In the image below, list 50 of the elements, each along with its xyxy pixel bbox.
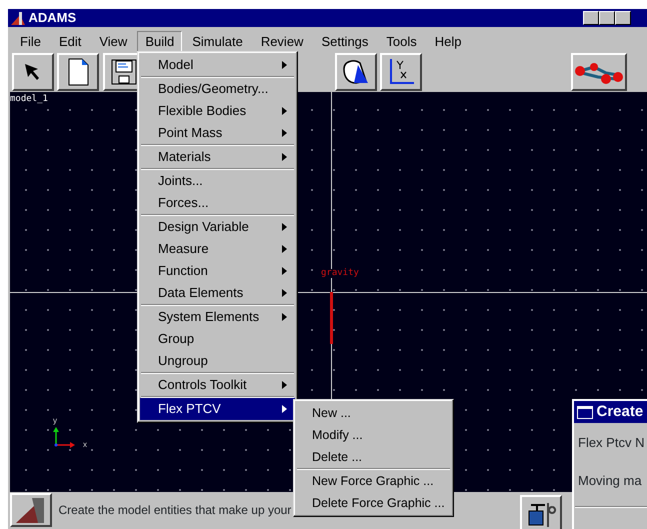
- dialog-title: Create: [596, 402, 644, 422]
- app-logo-icon: [11, 12, 26, 24]
- page-icon: [67, 58, 90, 86]
- menu-item[interactable]: Edit: [50, 30, 90, 52]
- menu-item[interactable]: Measure: [140, 238, 295, 260]
- menu-item[interactable]: Model: [140, 54, 295, 76]
- new-file-button[interactable]: [57, 53, 100, 92]
- blob-tool-button[interactable]: [335, 53, 377, 92]
- menu-item[interactable]: Design Variable: [140, 216, 295, 238]
- menu-item[interactable]: New Force Graphic ...: [296, 470, 451, 492]
- close-button[interactable]: [614, 11, 631, 25]
- menu-item[interactable]: Data Elements: [140, 282, 295, 304]
- menu-item[interactable]: Controls Toolkit: [140, 374, 295, 396]
- model-name: model_1: [10, 95, 48, 104]
- menu-item[interactable]: Delete Force Graphic ...: [296, 492, 451, 514]
- window-title: ADAMS: [28, 9, 76, 28]
- menu-item[interactable]: Help: [426, 30, 470, 52]
- vehicle-model-button[interactable]: [571, 53, 627, 92]
- menu-item[interactable]: Group: [140, 328, 295, 350]
- maximize-button[interactable]: [598, 11, 615, 25]
- select-tool-button[interactable]: [12, 53, 54, 92]
- field-label: Flex Ptcv N: [577, 434, 646, 452]
- y-axis-label: y: [53, 417, 57, 426]
- window-icon: [577, 406, 594, 418]
- menu-item[interactable]: Modify ...: [296, 424, 451, 446]
- menu-item[interactable]: View: [91, 30, 136, 52]
- menu-item[interactable]: Ungroup: [140, 350, 295, 372]
- menu-item[interactable]: Point Mass: [140, 122, 295, 144]
- toolbox-button[interactable]: [520, 495, 562, 529]
- menu-item[interactable]: Flexible Bodies: [140, 100, 295, 122]
- menu-item[interactable]: New ...: [296, 402, 451, 424]
- minimize-button[interactable]: [582, 11, 599, 25]
- menu-item[interactable]: File: [12, 30, 49, 52]
- menu-item[interactable]: Simulate: [184, 30, 251, 52]
- menu-item[interactable]: Flex PTCV: [140, 398, 295, 420]
- menu-item[interactable]: Materials: [140, 146, 295, 168]
- field-label: Moving ma: [577, 472, 643, 490]
- gravity-label: gravity: [321, 269, 359, 278]
- menu-item[interactable]: Function: [140, 260, 295, 282]
- coordinate-axes-button[interactable]: [380, 53, 422, 92]
- menu-item[interactable]: System Elements: [140, 306, 295, 328]
- x-axis-label: x: [83, 441, 87, 450]
- menu-item[interactable]: Review: [252, 30, 312, 52]
- menu-item[interactable]: Settings: [313, 30, 376, 52]
- menu-item[interactable]: Joints...: [140, 170, 295, 192]
- status-message: Create the model entities that make up your: [58, 502, 292, 520]
- adams-logo-button[interactable]: [10, 493, 52, 528]
- menu-item[interactable]: Tools: [378, 30, 425, 52]
- menu-item[interactable]: Forces...: [140, 192, 295, 214]
- menu-item[interactable]: Delete ...: [296, 446, 451, 468]
